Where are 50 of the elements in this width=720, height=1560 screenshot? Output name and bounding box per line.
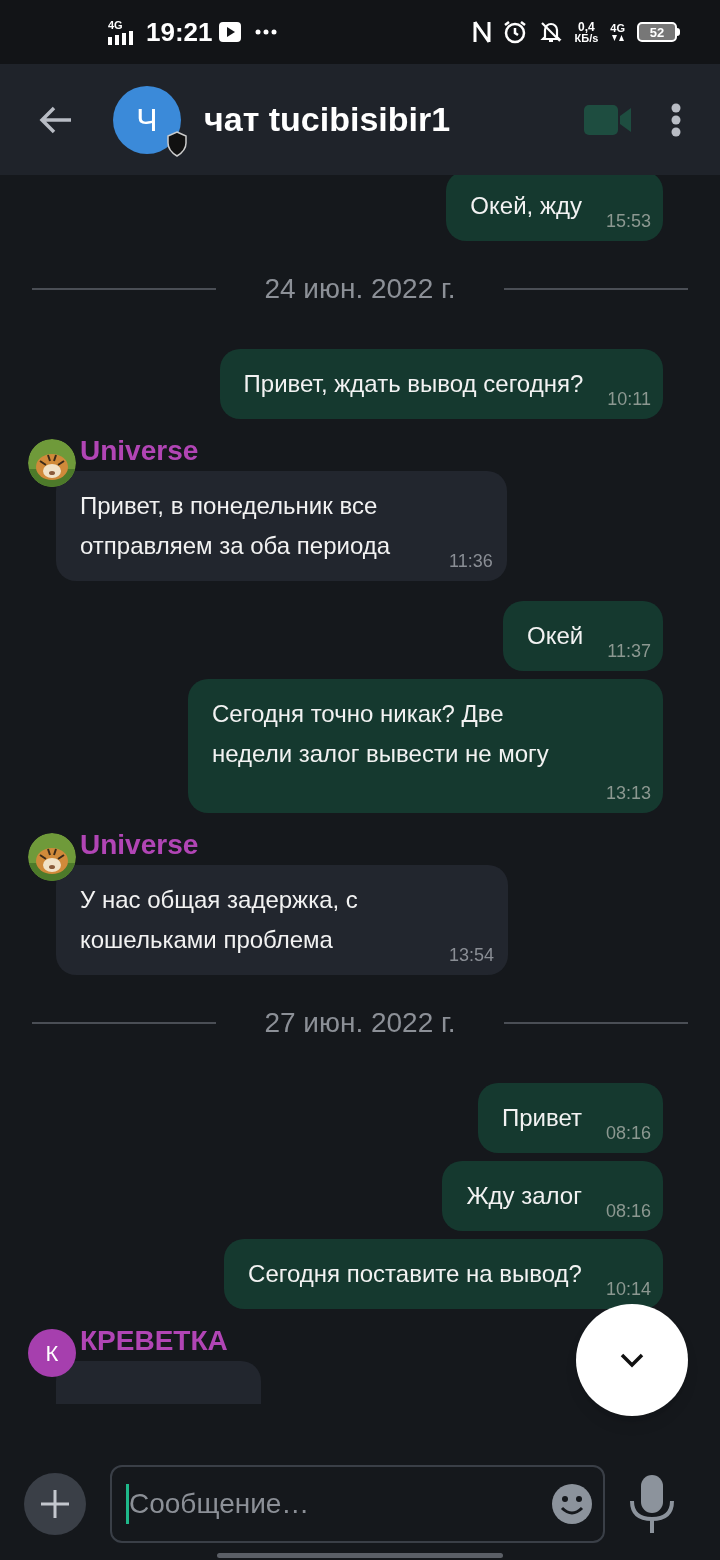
message-text: Сегодня точно никак? Две недели залог вывести не могу [212,699,550,769]
back-arrow-icon[interactable] [39,105,73,134]
message-text: Окей [527,621,584,651]
message-text: У нас общая задержка, с кошельками проблема [80,885,359,955]
message-time: 11:37 [607,640,651,663]
sender-name: Universe [80,828,199,862]
sender-name: КРЕВЕТКА [80,1324,228,1358]
message-text: Привет [501,1103,582,1133]
play-icon [218,22,241,42]
message-text: Сегодня поставите на вывод? [248,1259,582,1289]
speed-value: 0,4 [578,20,595,33]
date-label: 24 июн. 2022 г. [264,272,456,306]
message-time: 15:53 [605,210,651,233]
message-time: 10:14 [605,1278,651,1301]
battery-level: 52 [649,25,665,39]
plus-icon [40,1489,70,1519]
message-time: 11:36 [449,550,493,573]
message-text: Окей, жду [470,191,582,221]
kebab-menu-icon[interactable] [670,102,682,137]
contact-avatar[interactable]: Ч [113,85,181,154]
chevron-down-icon [619,1352,645,1368]
message-text: Жду залог [466,1181,582,1211]
sender-name: Universe [80,434,199,468]
network-label: 4G [108,19,123,31]
speed-unit: КБ/s [574,32,599,44]
message-time: 10:11 [607,388,651,411]
emoji-icon[interactable] [551,1483,593,1525]
message-text: Привет, в понедельник все отправляем за оба периода [80,491,392,561]
signal-icon [108,30,136,45]
microphone-icon[interactable] [629,1475,675,1533]
message-time: 08:16 [605,1122,651,1145]
date-label: 27 июн. 2022 г. [264,1006,456,1040]
shield-icon [166,130,188,157]
avatar-letter: Ч [136,100,158,140]
message-field[interactable]: Сообщение… [129,1467,551,1541]
message-text: Привет, ждать вывод сегодня? [243,369,584,399]
avatar-letter: К [45,1339,59,1368]
more-icon [254,29,277,35]
data-arrows-icon [610,33,625,42]
clock-time: 19:21 [146,15,213,49]
message-box[interactable]: Сообщение… [110,1465,605,1543]
text-cursor [126,1484,129,1524]
message-time: 13:13 [605,782,651,805]
message-time: 13:54 [449,944,495,967]
chat-title: чат tucibisibir1 [204,99,451,140]
nfc-icon [472,20,491,44]
muted-bell-icon [538,20,563,44]
alarm-icon [502,20,527,44]
network-label: 4G [610,22,625,34]
message-time: 08:16 [605,1200,651,1223]
